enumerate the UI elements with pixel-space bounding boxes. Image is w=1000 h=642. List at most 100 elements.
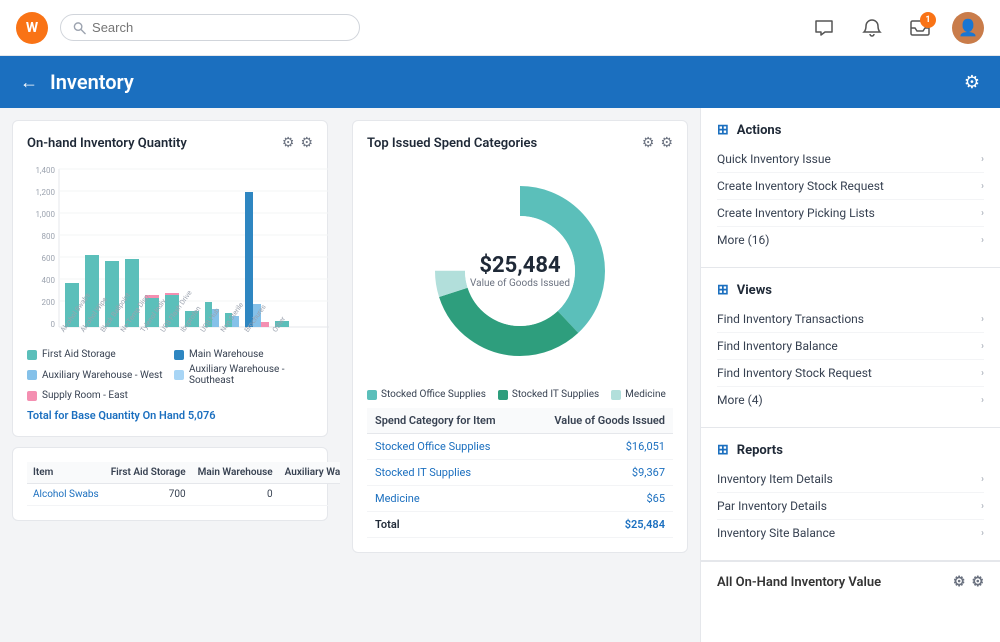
view-stock-request[interactable]: Find Inventory Stock Request › <box>717 360 984 387</box>
legend-label-supply-room: Supply Room - East <box>42 390 128 401</box>
back-button[interactable]: ← <box>20 72 38 93</box>
inv-col3 <box>279 484 340 506</box>
donut-wrapper: $25,484 Value of Goods Issued <box>367 161 673 381</box>
report-item-details-label: Inventory Item Details <box>717 472 833 486</box>
action-picking-lists[interactable]: Create Inventory Picking Lists › <box>717 200 984 227</box>
legend-dot-aux-west <box>27 370 37 380</box>
donut-center: $25,484 Value of Goods Issued <box>470 253 570 289</box>
inv-col1: 700 <box>105 484 192 506</box>
svg-text:200: 200 <box>42 298 56 307</box>
chart2-icons: ⚙ ⚙ <box>642 135 673 151</box>
spend-item-total: Total <box>367 512 526 538</box>
spend-legend-medicine: Medicine <box>611 389 666 400</box>
spend-dot-medicine <box>611 390 621 400</box>
spend-row-total: Total $25,484 <box>367 512 673 538</box>
chart-total-line: Total for Base Quantity On Hand 5,076 <box>27 409 313 422</box>
reports-section: ⊞ Reports Inventory Item Details › Par I… <box>701 428 1000 561</box>
action-more-label: More (16) <box>717 233 769 247</box>
chevron-icon: › <box>981 395 984 406</box>
inventory-table-card: Item First Aid Storage Main Warehouse Au… <box>12 447 328 521</box>
chevron-icon: › <box>981 341 984 352</box>
action-create-stock[interactable]: Create Inventory Stock Request › <box>717 173 984 200</box>
spend-dot-office <box>367 390 377 400</box>
svg-text:1,400: 1,400 <box>35 166 55 175</box>
view-transactions[interactable]: Find Inventory Transactions › <box>717 306 984 333</box>
donut-label: Value of Goods Issued <box>470 278 570 289</box>
actions-label: Actions <box>737 123 782 138</box>
action-quick-inventory[interactable]: Quick Inventory Issue › <box>717 146 984 173</box>
spend-label-medicine: Medicine <box>625 389 666 400</box>
inventory-table: Item First Aid Storage Main Warehouse Au… <box>27 462 340 506</box>
view-balance[interactable]: Find Inventory Balance › <box>717 333 984 360</box>
inventory-quantity-title: On-hand Inventory Quantity <box>27 136 187 151</box>
avatar[interactable]: 👤 <box>952 12 984 44</box>
views-section-title: ⊞ Views <box>717 282 984 298</box>
rp-bottom-icons: ⚙ ⚙ <box>953 574 984 590</box>
legend-aux-west: Auxiliary Warehouse - West <box>27 364 166 386</box>
chart-settings-icon[interactable]: ⚙ <box>300 135 313 151</box>
view-more[interactable]: More (4) › <box>717 387 984 413</box>
legend-label-aux-se: Auxiliary Warehouse - Southeast <box>189 364 313 386</box>
rp-bottom-settings-icon[interactable]: ⚙ <box>971 574 984 590</box>
view-balance-label: Find Inventory Balance <box>717 339 838 353</box>
spend-legend: Stocked Office Supplies Stocked IT Suppl… <box>367 389 673 400</box>
spend-label-it: Stocked IT Supplies <box>512 389 599 400</box>
spend-item-medicine[interactable]: Medicine <box>367 486 526 512</box>
views-icon: ⊞ <box>717 282 729 298</box>
spend-item-office[interactable]: Stocked Office Supplies <box>367 434 526 460</box>
report-site-balance[interactable]: Inventory Site Balance › <box>717 520 984 546</box>
legend-dot-first-aid <box>27 350 37 360</box>
inv-col-main-wh: Main Warehouse <box>192 462 279 484</box>
report-par-details[interactable]: Par Inventory Details › <box>717 493 984 520</box>
top-nav: W 1 👤 <box>0 0 1000 56</box>
chart2-filter-icon[interactable]: ⚙ <box>642 135 655 151</box>
svg-text:600: 600 <box>42 254 56 263</box>
spend-row-medicine: Medicine $65 <box>367 486 673 512</box>
chevron-icon: › <box>981 474 984 485</box>
spend-amount-total: $25,484 <box>526 512 673 538</box>
bar-chart: 1,400 1,200 1,000 800 600 400 200 0 <box>27 161 313 341</box>
chart1-icons: ⚙ ⚙ <box>282 135 313 151</box>
inbox-icon-btn[interactable]: 1 <box>904 12 936 44</box>
bell-icon-btn[interactable] <box>856 12 888 44</box>
search-icon <box>73 21 86 35</box>
inv-col-item: Item <box>27 462 105 484</box>
spend-col-category: Spend Category for Item <box>367 408 526 434</box>
legend-label-aux-west: Auxiliary Warehouse - West <box>42 370 162 381</box>
chart-legend: First Aid Storage Main Warehouse Auxilia… <box>27 349 313 401</box>
inv-col-first-aid: First Aid Storage <box>105 462 192 484</box>
actions-section: ⊞ Actions Quick Inventory Issue › Create… <box>701 108 1000 268</box>
legend-dot-aux-se <box>174 370 184 380</box>
legend-aux-se: Auxiliary Warehouse - Southeast <box>174 364 313 386</box>
svg-text:Non Sterile: Non Sterile <box>219 301 245 334</box>
chevron-icon: › <box>981 314 984 325</box>
chart2-settings-icon[interactable]: ⚙ <box>660 135 673 151</box>
action-create-stock-label: Create Inventory Stock Request <box>717 179 884 193</box>
chevron-icon: › <box>981 181 984 192</box>
chat-icon-btn[interactable] <box>808 12 840 44</box>
report-site-balance-label: Inventory Site Balance <box>717 526 835 540</box>
inv-item-name[interactable]: Alcohol Swabs <box>27 484 105 506</box>
chevron-icon: › <box>981 208 984 219</box>
chart-filter-icon[interactable]: ⚙ <box>282 135 295 151</box>
legend-dot-main-wh <box>174 350 184 360</box>
action-quick-label: Quick Inventory Issue <box>717 152 831 166</box>
app-logo: W <box>16 12 48 44</box>
rp-bottom-filter-icon[interactable]: ⚙ <box>953 574 966 590</box>
report-par-label: Par Inventory Details <box>717 499 827 513</box>
search-input[interactable] <box>92 20 347 35</box>
action-picking-label: Create Inventory Picking Lists <box>717 206 875 220</box>
reports-icon: ⊞ <box>717 442 729 458</box>
settings-gear-icon[interactable]: ⚙ <box>964 72 980 93</box>
spend-item-it[interactable]: Stocked IT Supplies <box>367 460 526 486</box>
spend-table: Spend Category for Item Value of Goods I… <box>367 408 673 538</box>
views-section: ⊞ Views Find Inventory Transactions › Fi… <box>701 268 1000 428</box>
action-more[interactable]: More (16) › <box>717 227 984 253</box>
view-more-label: More (4) <box>717 393 763 407</box>
view-transactions-label: Find Inventory Transactions <box>717 312 864 326</box>
report-item-details[interactable]: Inventory Item Details › <box>717 466 984 493</box>
total-value: 5,076 <box>188 409 216 422</box>
actions-icon: ⊞ <box>717 122 729 138</box>
rp-bottom: All On-Hand Inventory Value ⚙ ⚙ <box>701 561 1000 602</box>
legend-supply-room: Supply Room - East <box>27 390 166 401</box>
